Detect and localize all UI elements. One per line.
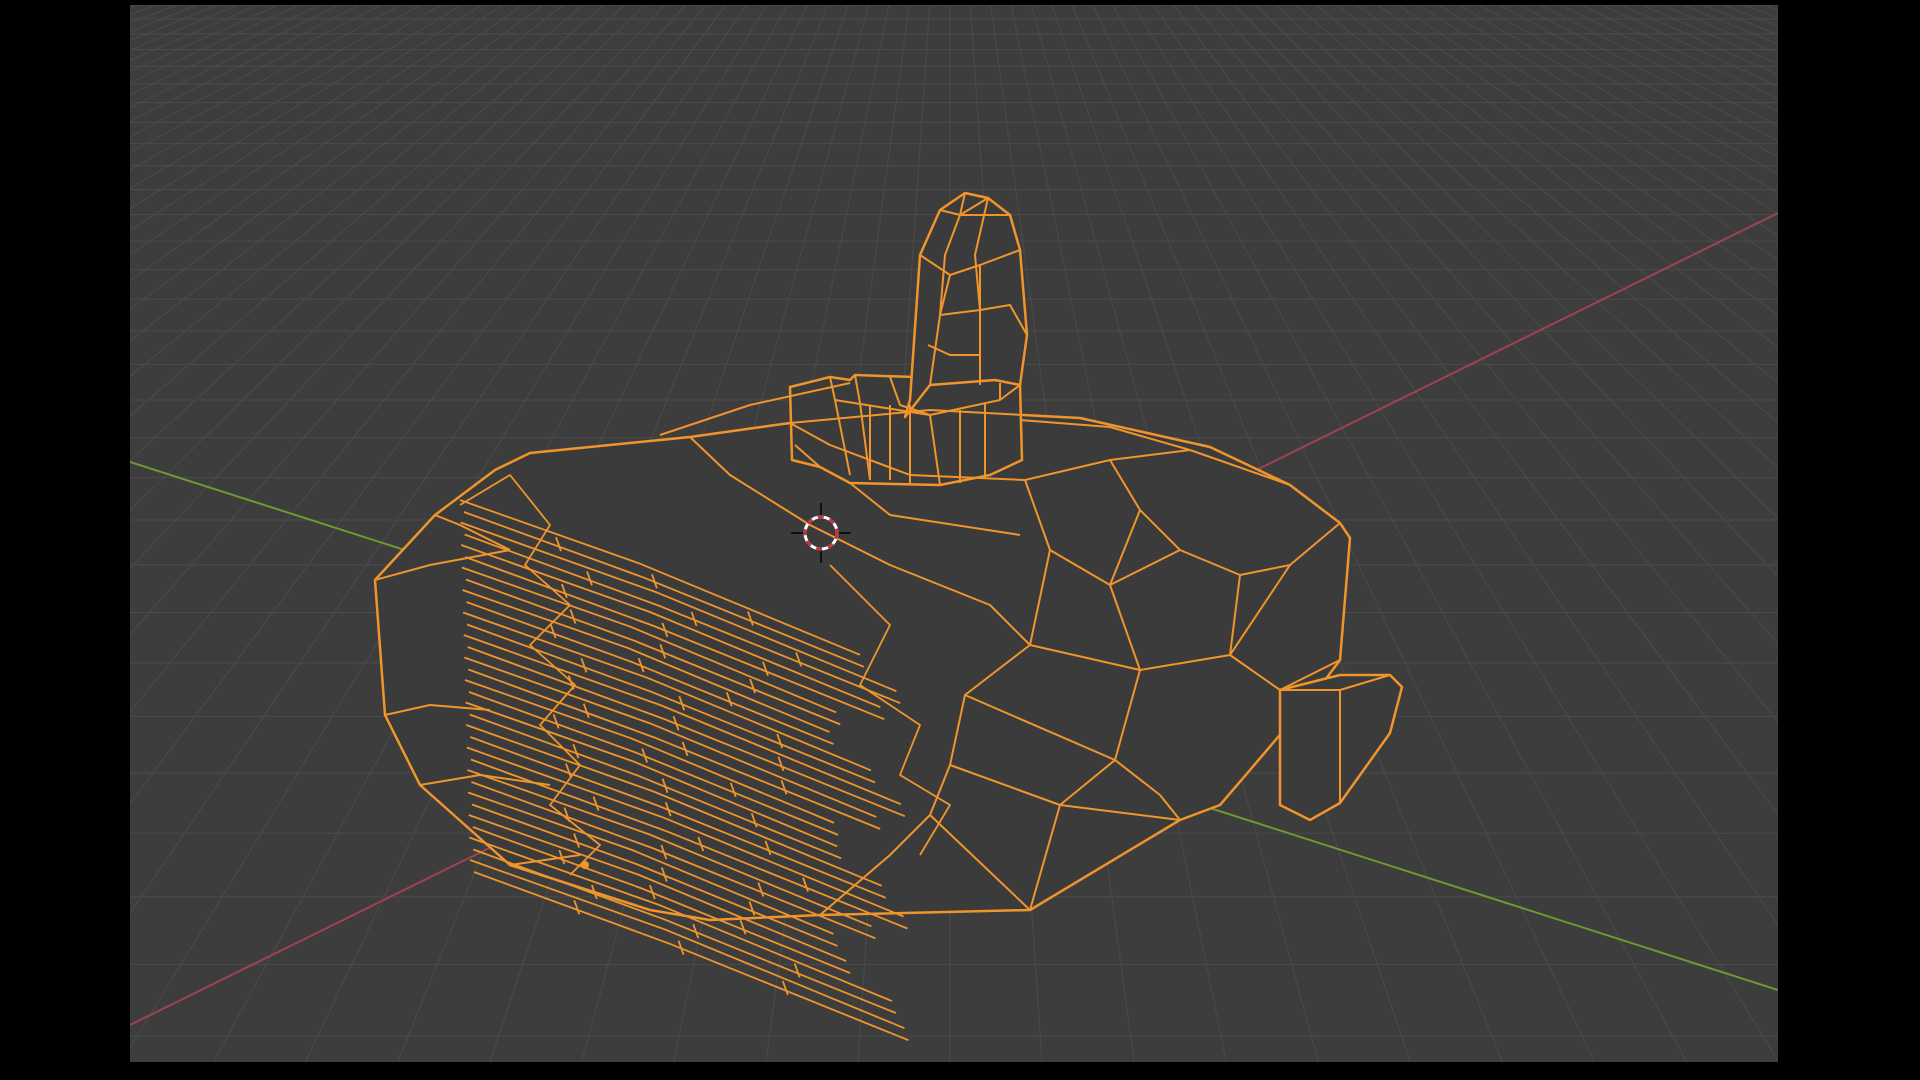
selected-mesh[interactable] xyxy=(373,191,1404,1042)
mesh-throne-base xyxy=(788,373,1024,487)
3d-viewport[interactable] xyxy=(130,5,1778,1062)
mesh-body xyxy=(373,408,1352,922)
origin-dot-icon xyxy=(581,861,589,869)
